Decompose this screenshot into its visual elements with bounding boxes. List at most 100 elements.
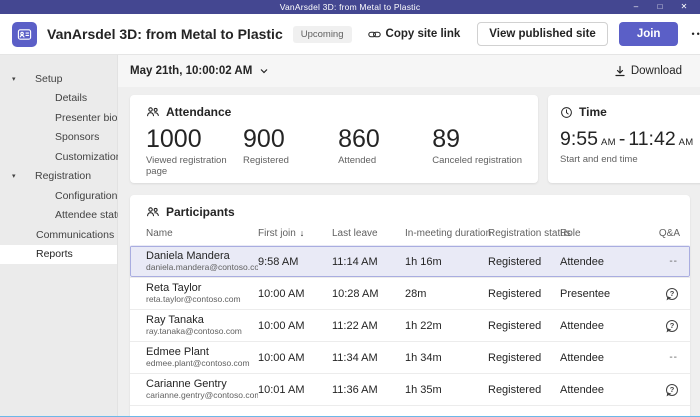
people-group-icon: [146, 105, 160, 119]
minimize-icon[interactable]: –: [624, 0, 648, 14]
qa-chat-bubble-icon[interactable]: ?: [666, 384, 678, 396]
download-icon: [614, 65, 626, 77]
close-icon[interactable]: ✕: [672, 0, 696, 14]
time-title: Time: [579, 105, 607, 119]
table-row-carianne-gentry[interactable]: Carianne Gentrycarianne.gentry@contoso.c…: [130, 373, 690, 405]
attendance-stat-attended: 860Attended: [338, 127, 432, 178]
more-options-icon[interactable]: •••: [689, 29, 700, 39]
sidebar-item-attendee-status[interactable]: Attendee status: [0, 206, 117, 226]
start-time: 9:55: [560, 128, 598, 151]
window-controls: – □ ✕: [624, 0, 696, 14]
qa-chat-bubble-icon[interactable]: ?: [666, 320, 678, 332]
page-title: VanArsdel 3D: from Metal to Plastic: [47, 26, 283, 42]
titlebar-title: VanArsdel 3D: from Metal to Plastic: [280, 2, 421, 12]
sidebar-item-communications[interactable]: Communications: [0, 225, 117, 245]
registration-status-cell: Registered: [488, 384, 560, 396]
end-meridiem: AM: [679, 137, 694, 148]
sidebar-item-configuration[interactable]: Configuration: [0, 186, 117, 206]
link-icon: [368, 28, 381, 41]
column-header-registration-status[interactable]: Registration status: [488, 228, 560, 239]
table-row-daniela-mandera[interactable]: Daniela Manderadaniela.mandera@contoso.c…: [130, 245, 690, 277]
registration-status-cell: Registered: [488, 320, 560, 332]
participant-email: reta.taylor@contoso.com: [146, 295, 258, 304]
table-row-hanno-simon[interactable]: Hanno Simon10:02 AM11:34 AM1h 32mRegiste…: [130, 405, 690, 417]
sidebar-group-registration[interactable]: ▾Registration: [0, 167, 117, 187]
column-header-in-meeting-duration[interactable]: In-meeting duration: [405, 228, 488, 239]
column-header-label: First join: [258, 228, 296, 239]
table-row-edmee-plant[interactable]: Edmee Plantedmee.plant@contoso.com10:00 …: [130, 341, 690, 373]
duration-cell: 1h 16m: [405, 256, 488, 268]
stat-label: Canceled registration: [432, 155, 522, 167]
time-separator: -: [619, 128, 626, 151]
sort-descending-icon: ↓: [300, 228, 305, 238]
table-row-ray-tanaka[interactable]: Ray Tanakaray.tanaka@contoso.com10:00 AM…: [130, 309, 690, 341]
attendance-stat-canceled-registration: 89Canceled registration: [432, 127, 522, 178]
column-header-first-join[interactable]: First join ↓: [258, 228, 332, 239]
attendance-stat-registered: 900 Registered: [243, 127, 338, 178]
last-leave-cell: 10:28 AM: [332, 288, 405, 300]
column-header-label: Role: [560, 228, 581, 239]
table-body: Daniela Manderadaniela.mandera@contoso.c…: [130, 245, 690, 417]
status-badge: Upcoming: [293, 26, 352, 43]
download-button[interactable]: Download: [608, 64, 688, 78]
attendance-stats: 1000Viewed registration page900Registere…: [146, 127, 522, 178]
sidebar-group-setup[interactable]: ▾Setup: [0, 69, 117, 89]
column-header-role[interactable]: Role: [560, 228, 635, 239]
column-header-last-leave[interactable]: Last leave: [332, 228, 405, 239]
clock-icon: [560, 106, 573, 119]
role-cell: Attendee: [560, 320, 635, 332]
time-card-header: Time: [560, 105, 694, 119]
join-button[interactable]: Join: [619, 22, 679, 46]
sidebar-item-sponsors[interactable]: Sponsors: [0, 128, 117, 148]
column-header-label: In-meeting duration: [405, 228, 491, 239]
qa-cell: --: [635, 352, 680, 363]
column-header-label: Name: [146, 228, 173, 239]
qa-cell: ?: [635, 384, 680, 396]
sidebar-group-label: Registration: [35, 170, 91, 182]
qa-empty-dash: --: [669, 352, 678, 363]
sidebar-item-customization[interactable]: Customization: [0, 147, 117, 167]
time-card: Time 9:55 AM - 11:42 AM Start and end ti…: [548, 95, 700, 183]
participant-name-cell: Ray Tanakaray.tanaka@contoso.com: [146, 314, 258, 336]
start-meridiem: AM: [601, 137, 616, 148]
qa-cell: ?: [635, 320, 680, 332]
first-join-cell: 9:58 AM: [258, 256, 332, 268]
table-row-reta-taylor[interactable]: Reta Taylorreta.taylor@contoso.com10:00 …: [130, 277, 690, 309]
first-join-cell: 10:00 AM: [258, 352, 332, 364]
participant-name-cell: Carianne Gentrycarianne.gentry@contoso.c…: [146, 378, 258, 400]
sidebar-item-reports[interactable]: Reports: [0, 245, 117, 265]
last-leave-cell: 11:34 AM: [332, 352, 405, 364]
qa-cell: --: [635, 256, 680, 267]
last-leave-cell: 11:14 AM: [332, 256, 405, 268]
stat-label: Registered: [243, 155, 338, 167]
participant-name: Carianne Gentry: [146, 378, 258, 390]
column-header-label: Registration status: [488, 228, 571, 239]
stat-value: 900: [243, 127, 338, 153]
participant-email: daniela.mandera@contoso.com: [146, 263, 258, 272]
sidebar-item-presenter-bios[interactable]: Presenter bios: [0, 108, 117, 128]
sidebar-item-details[interactable]: Details: [0, 89, 117, 109]
participant-name-cell: Reta Taylorreta.taylor@contoso.com: [146, 282, 258, 304]
copy-site-link-button[interactable]: Copy site link: [362, 27, 467, 42]
last-leave-cell: 11:22 AM: [332, 320, 405, 332]
time-range: 9:55 AM - 11:42 AM: [560, 128, 694, 151]
header-actions: Copy site link View published site Join …: [362, 22, 700, 46]
qa-cell: ?: [635, 288, 680, 300]
maximize-icon[interactable]: □: [648, 0, 672, 14]
session-date-dropdown[interactable]: May 21th, 10:00:02 AM: [130, 65, 269, 77]
participant-name: Ray Tanaka: [146, 314, 258, 326]
summary-cards: Attendance 1000Viewed registration page9…: [130, 95, 690, 183]
main-panel: May 21th, 10:00:02 AM Download: [118, 55, 700, 417]
column-header-q-a[interactable]: Q&A: [635, 228, 680, 239]
role-cell: Presentee: [560, 288, 635, 300]
participants-card: Participants NameFirst join↓Last leaveIn…: [130, 195, 690, 417]
first-join-cell: 10:00 AM: [258, 320, 332, 332]
role-cell: Attendee: [560, 384, 635, 396]
column-header-name[interactable]: Name: [146, 228, 258, 239]
qa-chat-bubble-icon[interactable]: ?: [666, 288, 678, 300]
registration-status-cell: Registered: [488, 256, 560, 268]
end-time: 11:42: [628, 128, 675, 151]
stat-label: Attended: [338, 155, 432, 167]
view-published-site-button[interactable]: View published site: [477, 22, 608, 46]
time-subtitle: Start and end time: [560, 154, 694, 165]
